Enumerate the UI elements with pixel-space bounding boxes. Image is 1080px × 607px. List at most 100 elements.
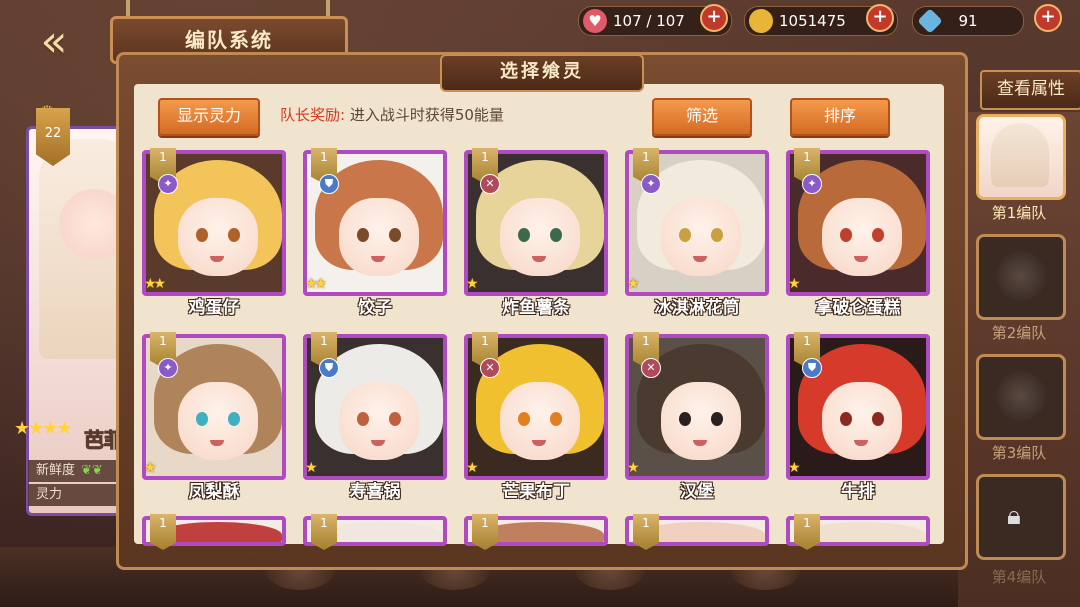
eye [389, 228, 401, 242]
freshness-label: 新鲜度 [36, 463, 76, 478]
character-name: 寿喜锅 [349, 482, 401, 502]
level-flag: 1 [794, 514, 820, 550]
team-label-2: 第2编队 [991, 324, 1047, 342]
character-level: 22 [44, 126, 62, 141]
add-gold-button[interactable]: + [866, 4, 894, 32]
team-label-1: 第1编队 [991, 204, 1047, 222]
character-card[interactable]: 1 ✦ ★★ 鸡蛋仔 [142, 148, 286, 318]
character-card[interactable]: 1 ✕ ★ 芒果布丁 [464, 332, 608, 502]
eye [679, 228, 691, 242]
team-slot-2[interactable] [976, 234, 1066, 320]
character-card[interactable]: 1 [142, 514, 286, 550]
character-card[interactable]: 1 ✦ ★ 拿破仑蛋糕 [786, 148, 930, 318]
character-name: 饺子 [358, 298, 392, 318]
leaf-icon: ❦❦ [81, 463, 103, 478]
character-card[interactable]: 1 [786, 514, 930, 550]
mouth [693, 256, 707, 262]
rarity-stars: ★ [627, 276, 639, 292]
eye [357, 228, 369, 242]
character-name: 汉堡 [680, 482, 714, 502]
team-emblem-icon [996, 251, 1046, 301]
character-card[interactable]: 1 ✦ ★ 凤梨酥 [142, 332, 286, 502]
rarity-stars: ★ [466, 460, 478, 476]
eye [840, 412, 852, 426]
filter-button[interactable]: 筛选 [652, 98, 752, 136]
rarity-stars: ★★ [305, 276, 327, 292]
character-card[interactable]: 1 [625, 514, 769, 550]
mouth [371, 256, 385, 262]
character-name: 冰淇淋花筒 [654, 298, 740, 318]
rarity-stars: ★ [627, 460, 639, 476]
team-slot-1[interactable] [976, 114, 1066, 200]
eye [840, 228, 852, 242]
eye [550, 228, 562, 242]
character-face [822, 382, 902, 460]
character-face [822, 198, 902, 276]
level-flag: 1 [633, 514, 659, 550]
sort-button[interactable]: 排序 [790, 98, 890, 136]
mouth [854, 440, 868, 446]
character-card[interactable]: 1 ⛊ ★ 牛排 [786, 332, 930, 502]
eye [357, 412, 369, 426]
gem-counter: 91 [912, 6, 1024, 36]
rarity-stars: ★ [466, 276, 478, 292]
character-name: 凤梨酥 [188, 482, 240, 502]
rarity-stars: ★ [788, 276, 800, 292]
character-card[interactable]: 1 [303, 514, 447, 550]
star-type-icon: ✦ [158, 174, 178, 194]
character-card[interactable]: 1 ✕ ★ 炸鱼薯条 [464, 148, 608, 318]
team-slot-3[interactable] [976, 354, 1066, 440]
eye [228, 228, 240, 242]
character-face [661, 198, 741, 276]
mouth [210, 440, 224, 446]
stamina-value: 107 / 107 [613, 12, 685, 30]
sword-type-icon: ✕ [480, 358, 500, 378]
character-card[interactable]: 1 ✦ ★ 冰淇淋花筒 [625, 148, 769, 318]
character-face [339, 382, 419, 460]
add-stamina-button[interactable]: + [700, 4, 728, 32]
level-badge: 22 [36, 108, 70, 166]
shield-type-icon: ⛊ [319, 174, 339, 194]
character-face [339, 198, 419, 276]
character-card[interactable]: 1 ✕ ★ 汉堡 [625, 332, 769, 502]
show-power-button[interactable]: 显示灵力 [158, 98, 260, 136]
eye [518, 412, 530, 426]
rarity-stars: ★ [788, 460, 800, 476]
level-flag: 1 [472, 514, 498, 550]
shield-type-icon: ⛊ [319, 358, 339, 378]
power-row: 灵力 [28, 484, 128, 506]
eye [228, 412, 240, 426]
power-label: 灵力 [36, 487, 63, 502]
add-gem-button[interactable]: + [1034, 4, 1062, 32]
back-arrow-icon[interactable]: « [18, 14, 90, 70]
team-label-3: 第3编队 [991, 444, 1047, 462]
character-face [500, 382, 580, 460]
team-slot-4[interactable]: 🔒︎ [976, 474, 1066, 560]
character-face [661, 382, 741, 460]
character-stars: ★★★★ [14, 418, 73, 439]
leader-bonus-text: 进入战斗时获得50能量 [349, 106, 504, 124]
eye [872, 228, 884, 242]
sword-type-icon: ✕ [480, 174, 500, 194]
gem-value: 91 [958, 12, 978, 30]
mouth [371, 440, 385, 446]
crystal-icon [917, 8, 943, 34]
character-name: 鸡蛋仔 [188, 298, 240, 318]
team-list: 第1编队 第2编队 第3编队 🔒︎ 第4编队 [958, 112, 1080, 607]
eye [679, 412, 691, 426]
heart-icon: ♥ [583, 9, 607, 33]
eye [872, 412, 884, 426]
eye [196, 412, 208, 426]
character-name: 芒果布丁 [502, 482, 570, 502]
lock-icon: 🔒︎ [1007, 501, 1021, 531]
character-card[interactable]: 1 [464, 514, 608, 550]
sword-type-icon: ✕ [641, 358, 661, 378]
leader-bonus-label: 队长奖励: [280, 106, 346, 124]
eye [389, 412, 401, 426]
character-card[interactable]: 1 ⛊ ★★ 饺子 [303, 148, 447, 318]
character-face [178, 382, 258, 460]
mouth [532, 256, 546, 262]
character-card[interactable]: 1 ⛊ ★ 寿喜锅 [303, 332, 447, 502]
rarity-stars: ★ [144, 460, 156, 476]
view-attributes-button[interactable]: 查看属性 [980, 70, 1080, 110]
